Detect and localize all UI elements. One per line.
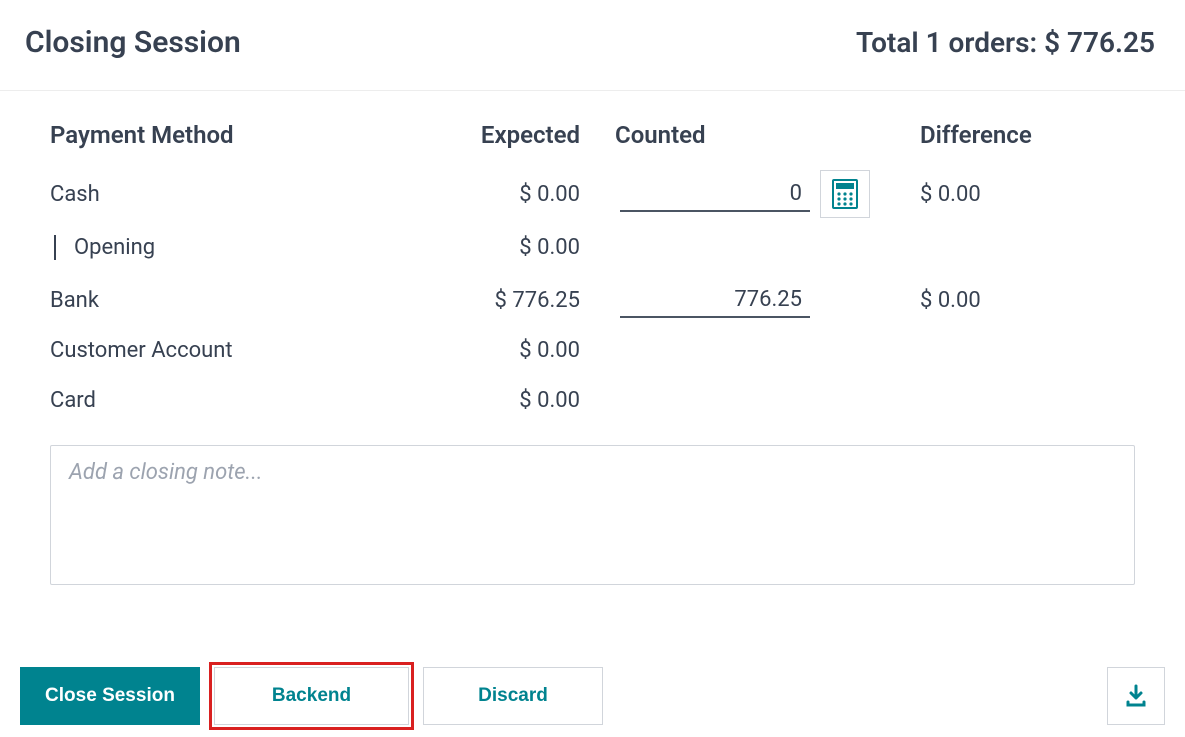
cash-difference: $ 0.00 xyxy=(880,182,1080,207)
closing-note-input[interactable] xyxy=(50,445,1135,585)
table-row-card: Card $ 0.00 xyxy=(50,375,1135,425)
opening-label: Opening xyxy=(54,235,400,260)
payment-table: Payment Method Expected Counted Differen… xyxy=(50,121,1135,425)
bank-expected: $ 776.25 xyxy=(400,288,600,313)
orders-total: Total 1 orders: $ 776.25 xyxy=(856,26,1160,59)
table-row-customer-account: Customer Account $ 0.00 xyxy=(50,325,1135,375)
table-row-opening: Opening $ 0.00 xyxy=(50,219,1135,275)
content-area: Payment Method Expected Counted Differen… xyxy=(0,91,1185,589)
backend-button[interactable]: Backend xyxy=(214,667,409,725)
close-session-button[interactable]: Close Session xyxy=(20,667,200,725)
bank-label: Bank xyxy=(50,288,400,313)
bank-counted-cell xyxy=(600,283,880,318)
header: Closing Session Total 1 orders: $ 776.25 xyxy=(0,0,1185,91)
calculator-icon xyxy=(832,179,858,209)
customer-account-label: Customer Account xyxy=(50,338,400,363)
table-row-cash: Cash $ 0.00 xyxy=(50,169,1135,219)
customer-account-expected: $ 0.00 xyxy=(400,338,600,363)
closing-note-area xyxy=(50,445,1135,589)
header-difference: Difference xyxy=(880,121,1080,149)
calculator-button[interactable] xyxy=(820,170,870,218)
cash-label: Cash xyxy=(50,182,400,207)
bank-difference: $ 0.00 xyxy=(880,288,1080,313)
table-header-row: Payment Method Expected Counted Differen… xyxy=(50,121,1135,169)
cash-counted-input[interactable] xyxy=(620,177,810,212)
page-title: Closing Session xyxy=(25,25,241,60)
cash-counted-cell xyxy=(600,170,880,218)
cash-expected: $ 0.00 xyxy=(400,182,600,207)
download-icon xyxy=(1124,684,1148,708)
bank-counted-input[interactable] xyxy=(620,283,810,318)
opening-expected: $ 0.00 xyxy=(400,235,600,260)
table-row-bank: Bank $ 776.25 $ 0.00 xyxy=(50,275,1135,325)
header-expected: Expected xyxy=(400,121,600,149)
card-expected: $ 0.00 xyxy=(400,388,600,413)
header-payment-method: Payment Method xyxy=(50,121,400,149)
discard-button[interactable]: Discard xyxy=(423,667,603,725)
header-counted: Counted xyxy=(600,121,880,149)
card-label: Card xyxy=(50,388,400,413)
footer: Close Session Backend Discard xyxy=(0,667,1185,737)
download-button[interactable] xyxy=(1107,667,1165,725)
